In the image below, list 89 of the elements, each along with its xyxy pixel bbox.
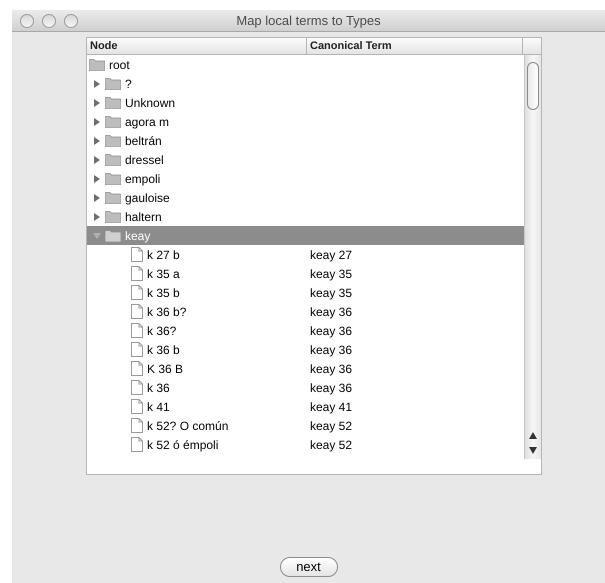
tree-row[interactable]: k 27 b keay 27 [87,245,524,264]
folder-icon [105,134,121,146]
node-label: k 52 ó émpoli [147,436,218,454]
expand-arrow-icon[interactable] [93,118,101,126]
document-icon [131,418,143,433]
term-cell-text: keay 52 [309,418,352,434]
next-button[interactable]: next [280,557,338,577]
tree-row[interactable]: empoli [87,169,524,188]
node-label: k 27 b [147,246,180,264]
folder-icon [105,78,121,90]
folder-icon [105,192,121,204]
scroll-down-icon[interactable] [529,447,537,454]
tree-row[interactable]: k 52 ó émpoli keay 52 [87,435,524,454]
tree-row[interactable]: root [87,55,524,74]
term-cell-text: keay 52 [309,436,352,454]
folder-label: keay [125,228,150,244]
node-label: K 36 B [147,360,184,378]
tree-row[interactable]: k 36 b keay 36 [87,340,524,359]
folder-icon [105,116,121,128]
folder-label: empoli [125,170,160,188]
window-title: Map local terms to Types [236,12,381,30]
tree-row[interactable]: k 36? keay 36 [87,321,524,340]
folder-icon [105,96,121,108]
expand-arrow-icon[interactable] [93,80,101,88]
folder-icon [105,172,121,184]
document-icon [131,342,143,357]
node-label: k 52? O común [147,418,228,434]
tree-row[interactable]: gauloise [87,188,524,207]
expand-arrow-icon[interactable] [93,136,101,144]
expand-arrow-icon[interactable] [93,212,101,220]
folder-label: beltrán [125,132,162,150]
tree-row[interactable]: ? [87,74,524,93]
tree-row[interactable]: k 36 b? keay 36 [87,302,524,321]
document-icon [131,285,143,300]
expand-arrow-icon[interactable] [93,174,101,182]
expand-arrow-icon[interactable] [93,98,101,106]
document-icon [131,304,143,319]
term-cell-text: keay 35 [309,284,352,302]
node-label: k 36 [147,380,170,396]
folder-label: ? [125,76,132,92]
folder-label: Unknown [125,94,176,112]
folder-icon [105,230,121,242]
document-icon [131,323,143,338]
term-cell-text: keay 36 [309,342,352,358]
folder-label: root [109,56,130,74]
expand-arrow-icon[interactable] [93,194,101,202]
tree-row[interactable]: k 36 keay 36 [87,378,524,397]
tree-row[interactable]: k 41 keay 41 [87,397,524,416]
tree-row[interactable]: Unknown [87,93,524,112]
node-label: k 35 a [147,266,180,282]
folder-icon [105,154,121,166]
document-icon [131,399,143,414]
term-cell-text: keay 36 [309,380,352,396]
term-cell-text: keay 35 [309,266,352,282]
term-cell-text: keay 41 [309,398,352,416]
document-icon [131,380,143,395]
document-icon [131,361,143,376]
column-header[interactable]: Canonical Term [307,38,523,54]
tree-row[interactable]: agora m [87,112,524,131]
folder-icon [105,210,121,222]
node-label: k 35 b [147,284,180,302]
folder-label: agora m [125,114,170,130]
folder-label: dressel [125,152,164,168]
node-label: k 36 b? [147,304,186,320]
column-header[interactable]: Node [87,38,307,54]
scroll-thumb[interactable] [527,62,539,110]
term-cell-text: keay 36 [309,322,352,340]
tree-row[interactable]: beltrán [87,131,524,150]
vertical-scrollbar[interactable] [524,55,541,459]
document-icon [131,266,143,281]
document-icon [131,437,143,452]
term-cell-text: keay 27 [309,246,352,264]
term-cell-text: keay 36 [309,360,352,378]
tree-row[interactable]: haltern [87,207,524,226]
expand-arrow-icon[interactable] [93,156,101,164]
tree-row[interactable]: K 36 B keay 36 [87,359,524,378]
tree-row[interactable]: k 35 a keay 35 [87,264,524,283]
node-label: k 41 [147,398,170,416]
tree-row[interactable]: k 52? O común keay 52 [87,416,524,435]
folder-icon [89,58,105,70]
term-cell-text: keay 36 [309,304,352,320]
folder-label: gauloise [125,190,170,206]
scroll-up-icon[interactable] [529,432,537,439]
folder-label: haltern [125,208,162,226]
document-icon [131,247,143,262]
node-label: k 36 b [147,342,180,358]
tree-row[interactable]: dressel [87,150,524,169]
tree-row[interactable]: k 35 b keay 35 [87,283,524,302]
node-label: k 36? [147,322,176,340]
